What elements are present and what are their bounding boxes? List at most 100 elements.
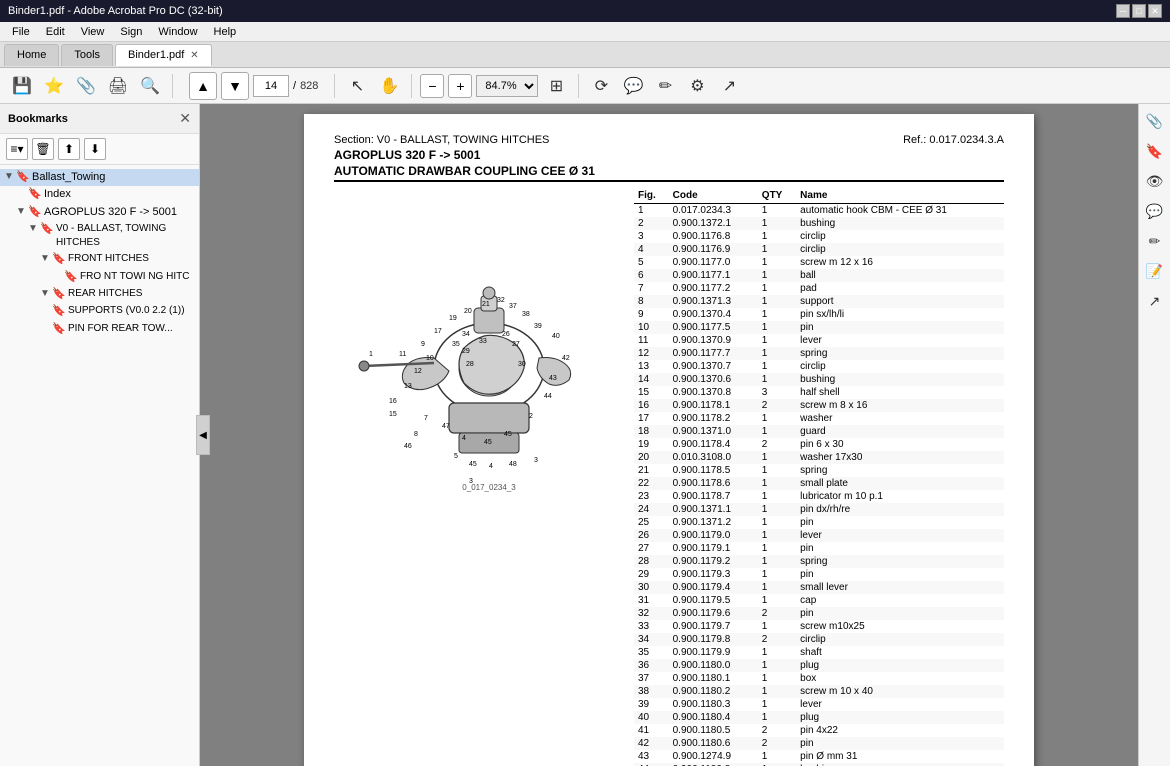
tab-binder1[interactable]: Binder1.pdf ✕ bbox=[115, 44, 212, 66]
sidebar-close-button[interactable]: ✕ bbox=[179, 110, 191, 127]
cell-code: 0.900.1176.8 bbox=[669, 230, 758, 243]
zoom-in-button[interactable]: + bbox=[448, 74, 472, 98]
menu-help[interactable]: Help bbox=[206, 24, 245, 40]
bookmark-index[interactable]: 🔖 Index bbox=[0, 186, 199, 203]
search-button[interactable]: 🔍 bbox=[136, 72, 164, 100]
cell-name: pin bbox=[796, 542, 1004, 555]
cell-code: 0.900.1179.2 bbox=[669, 555, 758, 568]
tab-home[interactable]: Home bbox=[4, 44, 59, 66]
tab-bar: Home Tools Binder1.pdf ✕ bbox=[0, 42, 1170, 68]
right-tool-2[interactable]: 🔖 bbox=[1142, 138, 1168, 164]
page-main-title: AGROPLUS 320 F -> 5001 bbox=[334, 148, 480, 162]
menu-view[interactable]: View bbox=[73, 24, 113, 40]
bookmark-rear-hitches[interactable]: ▼ 🔖 REAR HITCHES bbox=[0, 286, 199, 303]
bookmark-agroplus[interactable]: ▼ 🔖 AGROPLUS 320 F -> 5001 bbox=[0, 204, 199, 221]
right-tool-6[interactable]: 📝 bbox=[1142, 258, 1168, 284]
rotate-button[interactable]: ⟳ bbox=[587, 72, 615, 100]
window-controls[interactable]: ─ □ ✕ bbox=[1116, 4, 1162, 18]
right-tool-5[interactable]: ✏ bbox=[1142, 228, 1168, 254]
tools-button[interactable]: ⚙ bbox=[683, 72, 711, 100]
delete-bookmark-button[interactable]: 🗑 bbox=[32, 138, 54, 160]
col-name: Name bbox=[796, 188, 1004, 204]
separator-1 bbox=[172, 74, 173, 98]
tree-toggle-ballast[interactable]: ▼ bbox=[4, 170, 16, 184]
menu-file[interactable]: File bbox=[4, 24, 38, 40]
tab-close-button[interactable]: ✕ bbox=[190, 50, 198, 61]
right-tool-3[interactable]: 👁 bbox=[1142, 168, 1168, 194]
close-button[interactable]: ✕ bbox=[1148, 4, 1162, 18]
comment-button[interactable]: 💬 bbox=[619, 72, 647, 100]
attach-button[interactable]: 📎 bbox=[72, 72, 100, 100]
svg-text:3: 3 bbox=[469, 478, 473, 485]
tree-toggle-rear[interactable]: ▼ bbox=[40, 287, 52, 301]
svg-text:17: 17 bbox=[434, 328, 442, 335]
hand-tool[interactable]: ✋ bbox=[375, 72, 403, 100]
table-row: 12 0.900.1177.7 1 spring bbox=[634, 347, 1004, 360]
save-button[interactable]: 💾 bbox=[8, 72, 36, 100]
right-toolbar: 📎 🔖 👁 💬 ✏ 📝 ↗ bbox=[1138, 104, 1170, 766]
bookmark-menu-button[interactable]: ≡▾ bbox=[6, 138, 28, 160]
cell-qty: 1 bbox=[758, 425, 796, 438]
pdf-viewer[interactable]: Section: V0 - BALLAST, TOWING HITCHES Re… bbox=[200, 104, 1138, 766]
table-row: 18 0.900.1371.0 1 guard bbox=[634, 425, 1004, 438]
cell-code: 0.900.1180.6 bbox=[669, 737, 758, 750]
bookmark-front-hitches[interactable]: ▼ 🔖 FRONT HITCHES bbox=[0, 251, 199, 268]
cell-fig: 28 bbox=[634, 555, 669, 568]
tree-toggle-v0[interactable]: ▼ bbox=[28, 222, 40, 236]
right-tool-1[interactable]: 📎 bbox=[1142, 108, 1168, 134]
table-row: 26 0.900.1179.0 1 lever bbox=[634, 529, 1004, 542]
cell-code: 0.900.1180.1 bbox=[669, 672, 758, 685]
tree-toggle-front-tow bbox=[52, 270, 64, 284]
cell-fig: 17 bbox=[634, 412, 669, 425]
bookmark-ballast-towing[interactable]: ▼ 🔖 Ballast_Towing bbox=[0, 169, 199, 186]
menu-edit[interactable]: Edit bbox=[38, 24, 73, 40]
fit-page-button[interactable]: ⊞ bbox=[542, 72, 570, 100]
svg-text:35: 35 bbox=[452, 341, 460, 348]
cell-name: shaft bbox=[796, 646, 1004, 659]
tree-toggle-agroplus[interactable]: ▼ bbox=[16, 205, 28, 219]
menu-bar: File Edit View Sign Window Help bbox=[0, 22, 1170, 42]
page-up-button[interactable]: ▲ bbox=[189, 72, 217, 100]
sidebar-toolbar: ≡▾ 🗑 ⬆ ⬇ bbox=[0, 134, 199, 165]
cell-name: circlip bbox=[796, 243, 1004, 256]
svg-text:9: 9 bbox=[421, 341, 425, 348]
expand-bookmark-button[interactable]: ⬆ bbox=[58, 138, 80, 160]
cell-fig: 36 bbox=[634, 659, 669, 672]
right-tool-4[interactable]: 💬 bbox=[1142, 198, 1168, 224]
zoom-select[interactable]: 84.7% 50% 75% 100% 125% 150% bbox=[476, 75, 538, 97]
page-number-input[interactable] bbox=[253, 75, 289, 97]
cell-qty: 1 bbox=[758, 516, 796, 529]
collapse-bookmark-button[interactable]: ⬇ bbox=[84, 138, 106, 160]
sidebar-header: Bookmarks ✕ bbox=[0, 104, 199, 134]
cursor-tool[interactable]: ↖ bbox=[343, 72, 371, 100]
bookmark-pin-rear[interactable]: 🔖 PIN FOR REAR TOW... bbox=[0, 321, 199, 338]
bookmark-v0-ballast[interactable]: ▼ 🔖 V0 - BALLAST, TOWING HITCHES bbox=[0, 221, 199, 251]
svg-text:43: 43 bbox=[549, 375, 557, 382]
bookmark-icon-front-tow: 🔖 bbox=[64, 270, 78, 285]
menu-window[interactable]: Window bbox=[150, 24, 205, 40]
sidebar-collapse-button[interactable]: ◀ bbox=[196, 415, 210, 455]
share-button[interactable]: ↗ bbox=[715, 72, 743, 100]
minimize-button[interactable]: ─ bbox=[1116, 4, 1130, 18]
cell-name: plug bbox=[796, 711, 1004, 724]
cell-fig: 15 bbox=[634, 386, 669, 399]
print-button[interactable]: 🖨 bbox=[104, 72, 132, 100]
maximize-button[interactable]: □ bbox=[1132, 4, 1146, 18]
right-tool-7[interactable]: ↗ bbox=[1142, 288, 1168, 314]
zoom-out-button[interactable]: − bbox=[420, 74, 444, 98]
svg-text:3: 3 bbox=[534, 457, 538, 464]
cell-name: half shell bbox=[796, 386, 1004, 399]
cell-qty: 1 bbox=[758, 711, 796, 724]
bookmark-supports[interactable]: 🔖 SUPPORTS (V0.0 2.2 (1)) bbox=[0, 303, 199, 320]
cell-qty: 1 bbox=[758, 360, 796, 373]
cell-qty: 1 bbox=[758, 672, 796, 685]
pen-button[interactable]: ✏ bbox=[651, 72, 679, 100]
bookmark-front-towing[interactable]: 🔖 FRO NT TOWI NG HITC bbox=[0, 269, 199, 286]
svg-text:45: 45 bbox=[484, 439, 492, 446]
page-down-button[interactable]: ▼ bbox=[221, 72, 249, 100]
cell-qty: 1 bbox=[758, 594, 796, 607]
menu-sign[interactable]: Sign bbox=[112, 24, 150, 40]
add-bookmark-button[interactable]: ⭐ bbox=[40, 72, 68, 100]
tree-toggle-front[interactable]: ▼ bbox=[40, 252, 52, 266]
tab-tools[interactable]: Tools bbox=[61, 44, 113, 66]
